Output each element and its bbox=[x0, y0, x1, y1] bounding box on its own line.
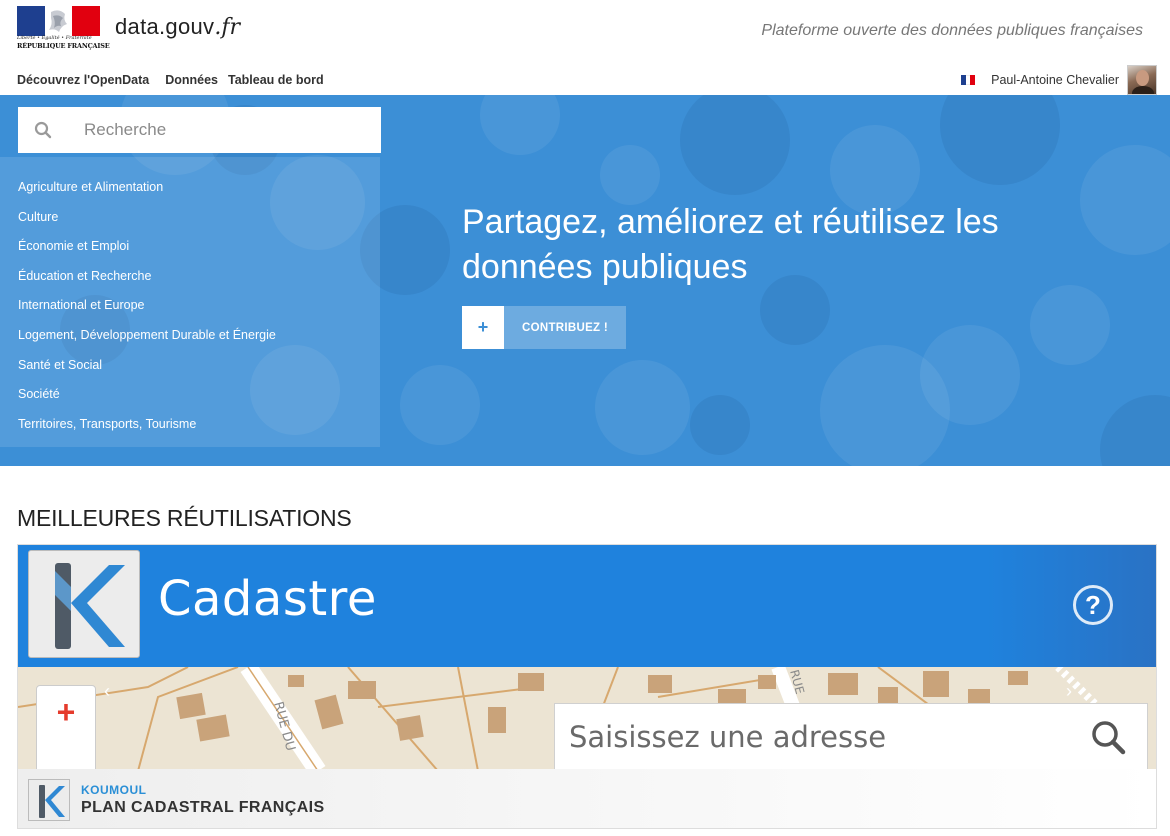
hero-title: Partagez, améliorez et réutilisez les do… bbox=[462, 203, 999, 286]
topic-item-education[interactable]: Éducation et Recherche bbox=[0, 264, 380, 294]
nav-item-tableau-de-bord[interactable]: Tableau de bord bbox=[228, 73, 324, 87]
reuse-card-footer: KOUMOUL PLAN CADASTRAL FRANÇAIS bbox=[18, 769, 1156, 828]
decorative-bubble bbox=[690, 395, 750, 455]
decorative-bubble bbox=[680, 95, 790, 195]
topic-item-territoires[interactable]: Territoires, Transports, Tourisme bbox=[0, 412, 380, 442]
search-input[interactable] bbox=[68, 120, 358, 140]
decorative-bubble bbox=[1080, 145, 1170, 255]
gov-motto: Liberté • Égalité • Fraternité bbox=[17, 35, 92, 41]
fr-flag-icon[interactable] bbox=[961, 75, 976, 85]
search-box bbox=[18, 107, 381, 153]
topic-item-logement[interactable]: Logement, Développement Durable et Énerg… bbox=[0, 323, 380, 353]
topics-list: Agriculture et Alimentation Culture Écon… bbox=[0, 157, 380, 447]
decorative-bubble bbox=[400, 365, 480, 445]
decorative-bubble bbox=[1030, 285, 1110, 365]
koumoul-logo-small bbox=[28, 779, 70, 821]
reuse-card[interactable]: Cadastre ? RUE DU RUE ‹ › + Saisissez un… bbox=[17, 544, 1157, 829]
decorative-bubble bbox=[600, 145, 660, 205]
search-icon[interactable] bbox=[1089, 718, 1129, 758]
decorative-bubble bbox=[1100, 395, 1170, 466]
topic-item-agriculture[interactable]: Agriculture et Alimentation bbox=[0, 175, 380, 205]
nav-item-donnees[interactable]: Données bbox=[165, 73, 218, 87]
reuse-app-title: Cadastre bbox=[158, 571, 377, 627]
topic-item-sante[interactable]: Santé et Social bbox=[0, 353, 380, 383]
contribute-button[interactable]: + CONTRIBUEZ ! bbox=[462, 306, 626, 349]
plus-icon: + bbox=[462, 306, 504, 349]
koumoul-logo bbox=[28, 550, 140, 658]
main-nav: Découvrez l'OpenData Données Tableau de … bbox=[17, 73, 334, 87]
brand-tld: .fr bbox=[214, 15, 240, 40]
search-icon[interactable] bbox=[18, 107, 68, 153]
site-header: Liberté • Égalité • Fraternité RÉPUBLIQU… bbox=[0, 0, 1170, 95]
section-title: MEILLEURES RÉUTILISATIONS bbox=[17, 505, 352, 531]
help-icon: ? bbox=[1073, 585, 1113, 625]
map-zoom-control[interactable]: + bbox=[36, 685, 96, 771]
reuse-map-preview: RUE DU RUE ‹ › + bbox=[18, 667, 1156, 771]
reuse-banner: Cadastre ? bbox=[18, 545, 1156, 667]
hero-section: Agriculture et Alimentation Culture Écon… bbox=[0, 95, 1170, 466]
address-search-box bbox=[554, 703, 1148, 771]
zoom-in-icon[interactable]: + bbox=[37, 694, 95, 730]
reuse-title[interactable]: PLAN CADASTRAL FRANÇAIS bbox=[81, 799, 325, 817]
decorative-bubble bbox=[940, 95, 1060, 185]
marianne-flag-icon bbox=[17, 6, 100, 36]
brand-domain: data.gouv bbox=[115, 14, 215, 39]
decorative-bubble bbox=[820, 345, 950, 466]
republique-francaise-logo[interactable]: Liberté • Égalité • Fraternité RÉPUBLIQU… bbox=[17, 6, 110, 54]
site-tagline: Plateforme ouverte des données publiques… bbox=[761, 22, 1143, 39]
site-brand[interactable]: data.gouv.fr bbox=[115, 14, 240, 40]
reuse-organization[interactable]: KOUMOUL bbox=[81, 783, 147, 797]
prev-arrow-icon[interactable]: ‹ bbox=[104, 681, 110, 702]
next-arrow-icon[interactable]: › bbox=[1066, 681, 1072, 702]
topic-item-international[interactable]: International et Europe bbox=[0, 293, 380, 323]
gov-name: RÉPUBLIQUE FRANÇAISE bbox=[17, 42, 110, 50]
nav-item-opendata[interactable]: Découvrez l'OpenData bbox=[17, 73, 149, 87]
avatar[interactable] bbox=[1127, 65, 1157, 95]
contribute-label: CONTRIBUEZ ! bbox=[504, 306, 626, 349]
user-menu: Paul-Antoine Chevalier bbox=[961, 65, 1157, 95]
topic-item-societe[interactable]: Société bbox=[0, 382, 380, 412]
decorative-bubble bbox=[480, 95, 560, 155]
address-input[interactable] bbox=[569, 720, 1049, 754]
decorative-bubble bbox=[595, 360, 690, 455]
user-name[interactable]: Paul-Antoine Chevalier bbox=[991, 73, 1119, 87]
topic-item-culture[interactable]: Culture bbox=[0, 205, 380, 235]
topic-item-economie[interactable]: Économie et Emploi bbox=[0, 234, 380, 264]
